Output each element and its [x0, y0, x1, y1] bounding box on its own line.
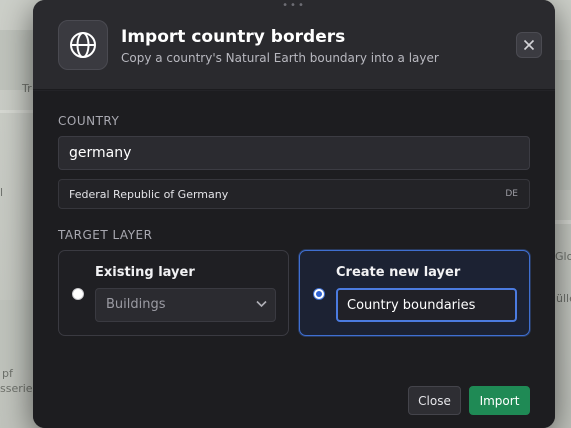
target-layer-section-label: TARGET LAYER — [58, 228, 153, 242]
dialog-subtitle: Copy a country's Natural Earth boundary … — [121, 51, 439, 65]
map-label: ülle — [556, 292, 571, 305]
map-label: sserie — [0, 382, 33, 395]
chevron-down-icon — [256, 300, 267, 308]
map-label: Glo — [555, 250, 571, 263]
new-layer-name-input[interactable] — [336, 288, 517, 322]
existing-layer-label: Existing layer — [95, 265, 195, 280]
map-label: Tr — [22, 82, 32, 95]
create-new-layer-radio[interactable] — [313, 288, 325, 300]
existing-layer-radio[interactable] — [72, 288, 84, 300]
country-suggestion-item[interactable]: Federal Republic of Germany DE — [58, 179, 530, 209]
dialog-header: ••• Import country borders Copy a countr… — [33, 0, 555, 90]
drag-handle[interactable]: ••• — [281, 1, 307, 11]
close-icon — [523, 39, 535, 51]
existing-layer-option[interactable]: Existing layer Buildings — [58, 250, 289, 336]
import-country-borders-dialog: ••• Import country borders Copy a countr… — [33, 0, 555, 428]
country-section-label: COUNTRY — [58, 114, 120, 128]
existing-layer-select[interactable]: Buildings — [95, 288, 276, 322]
dialog-title: Import country borders — [121, 27, 346, 47]
existing-layer-selected-value: Buildings — [106, 297, 166, 312]
create-new-layer-label: Create new layer — [336, 265, 461, 280]
map-label: pf — [2, 367, 13, 380]
dialog-body: COUNTRY Federal Republic of Germany DE T… — [33, 91, 555, 428]
country-search-input[interactable] — [58, 136, 530, 170]
import-button[interactable]: Import — [469, 386, 530, 415]
suggestion-country-name: Federal Republic of Germany — [69, 188, 229, 201]
map-label: l — [0, 186, 4, 199]
globe-icon — [58, 20, 108, 70]
create-new-layer-option[interactable]: Create new layer — [299, 250, 530, 336]
close-button[interactable]: Close — [408, 386, 461, 415]
suggestion-country-code: DE — [505, 189, 518, 199]
close-dialog-button[interactable] — [516, 32, 542, 58]
